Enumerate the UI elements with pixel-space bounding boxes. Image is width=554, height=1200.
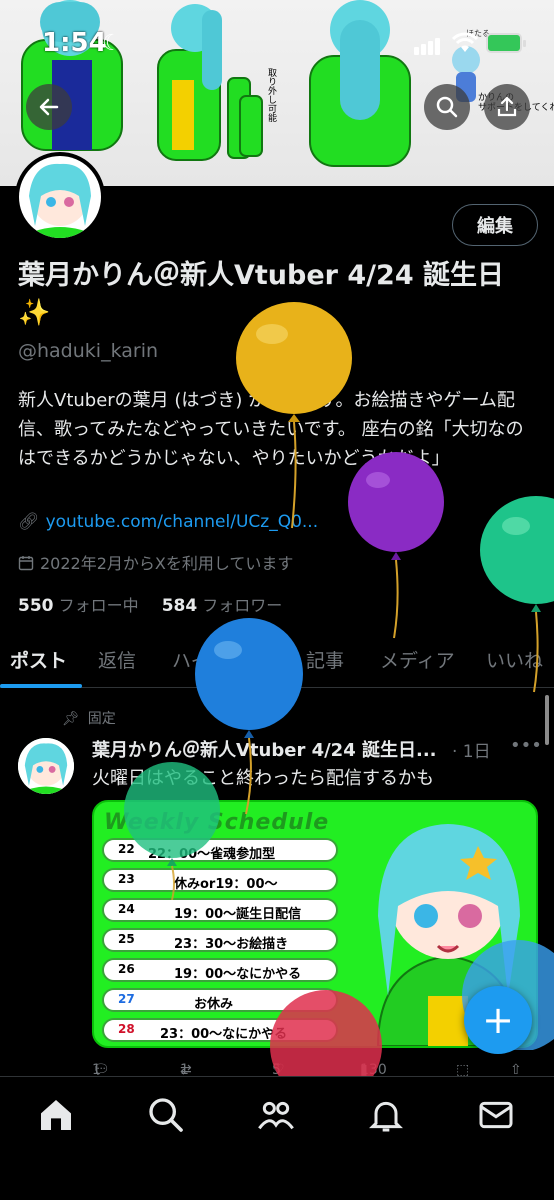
nav-notifications[interactable] <box>366 1095 406 1135</box>
schedule-text: お休み <box>194 997 234 1012</box>
balloon-purple <box>348 452 444 639</box>
calendar-icon <box>18 556 34 571</box>
home-icon <box>41 1100 71 1130</box>
schedule-date: 26 <box>118 962 135 976</box>
bottom-navigation <box>0 1076 554 1200</box>
share-button[interactable] <box>484 84 530 130</box>
banner-note-detachable: 取り外し可能 <box>266 68 276 122</box>
communities-icon <box>258 1101 294 1130</box>
following-link[interactable]: 550 フォロー中 <box>18 596 139 616</box>
notifications-icon <box>369 1101 403 1132</box>
search-icon <box>436 96 458 118</box>
followers-count: 584 <box>161 596 198 616</box>
messages-icon <box>479 1101 513 1129</box>
tab-articles[interactable]: 記事 <box>306 646 344 673</box>
edit-profile-button[interactable]: 編集 <box>452 204 538 246</box>
schedule-text: 19：00～なにかやる <box>174 967 302 982</box>
compose-icon: + <box>482 998 514 1042</box>
back-arrow-icon <box>39 98 59 116</box>
compose-button[interactable]: + <box>464 986 532 1054</box>
nav-communities[interactable] <box>256 1095 296 1135</box>
followers-link[interactable]: 584 フォロワー <box>161 596 283 616</box>
schedule-date: 28 <box>118 1022 135 1036</box>
sparkle-emoji: ✨ <box>18 298 51 328</box>
profile-name: 葉月かりん＠新人Vtuber 4/24 誕生日 <box>18 260 504 291</box>
profile-handle: @haduki_karin <box>18 340 159 362</box>
cellular-signal-icon <box>414 36 442 55</box>
schedule-text: 19：00～誕生日配信 <box>174 907 302 922</box>
joined-text: 2022年2月からXを利用しています <box>40 554 294 573</box>
nav-explore[interactable] <box>146 1095 186 1135</box>
balloon-yellow <box>236 302 352 529</box>
schedule-date: 24 <box>118 902 135 916</box>
schedule-text: 23：00～なにかやる <box>160 1027 288 1042</box>
following-label: フォロー中 <box>58 596 139 615</box>
post-avatar[interactable] <box>18 738 74 794</box>
schedule-text: 23：30～お絵描き <box>174 937 289 952</box>
schedule-row: 25 23：30～お絵描き <box>102 928 338 952</box>
following-count: 550 <box>18 596 54 616</box>
wifi-icon <box>452 32 478 52</box>
status-bar: 1:54 ☾ <box>0 28 554 62</box>
joined-date: 2022年2月からXを利用しています <box>18 550 293 574</box>
schedule-row: 26 19：00～なにかやる <box>102 958 338 982</box>
status-time: 1:54 <box>42 28 107 58</box>
tab-media[interactable]: メディア <box>380 646 455 673</box>
followers-label: フォロワー <box>202 596 283 615</box>
share-icon <box>497 96 517 117</box>
battery-icon <box>486 33 526 53</box>
more-icon[interactable]: ••• <box>510 735 542 756</box>
balloon-teal <box>480 496 554 693</box>
avatar-image <box>19 156 101 238</box>
schedule-row: 24 19：00～誕生日配信 <box>102 898 338 922</box>
nav-home[interactable] <box>36 1095 76 1135</box>
post-avatar-image <box>18 738 74 794</box>
profile-avatar[interactable] <box>15 152 105 242</box>
tab-replies[interactable]: 返信 <box>98 646 136 673</box>
pinned-text: 固定 <box>87 711 116 727</box>
follow-stats: 550 フォロー中 584 フォロワー <box>18 592 282 616</box>
back-button[interactable] <box>26 84 72 130</box>
schedule-date: 27 <box>118 992 135 1006</box>
pinned-label: 📌︎ 固定 <box>62 708 116 728</box>
explore-icon <box>149 1098 183 1132</box>
tab-posts[interactable]: ポスト <box>10 646 67 673</box>
schedule-date: 25 <box>118 932 135 946</box>
link-icon: 🔗︎ <box>18 512 40 532</box>
post-time: · 1日 <box>452 742 491 762</box>
moon-icon: ☾ <box>102 31 122 56</box>
scrollbar[interactable] <box>545 695 549 745</box>
balloon-green <box>124 762 220 900</box>
nav-messages[interactable] <box>476 1095 516 1135</box>
search-button[interactable] <box>424 84 470 130</box>
active-tab-indicator <box>0 684 82 688</box>
pin-icon: 📌︎ <box>62 711 80 727</box>
